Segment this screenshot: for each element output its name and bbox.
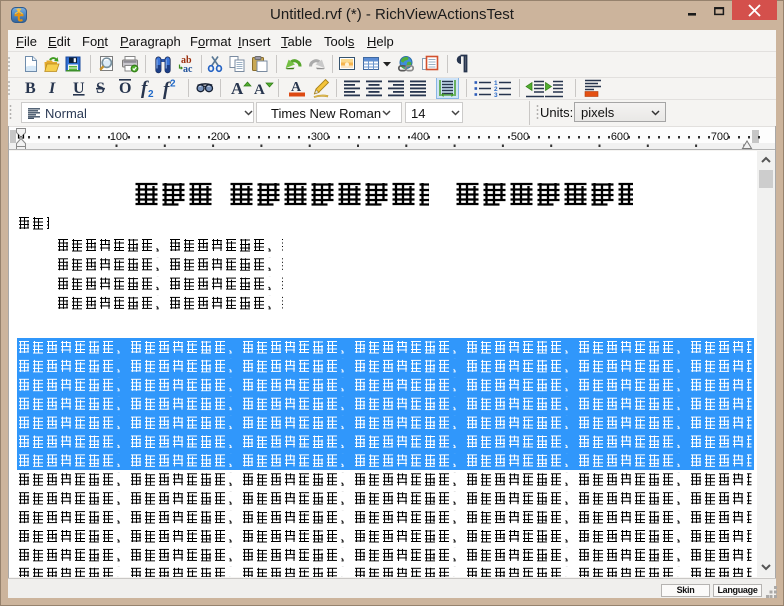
svg-text:200: 200 bbox=[211, 131, 229, 143]
svg-text:700: 700 bbox=[711, 131, 729, 143]
svg-text:S: S bbox=[96, 80, 105, 97]
svg-text:3: 3 bbox=[494, 92, 498, 99]
svg-text:A: A bbox=[254, 82, 265, 98]
svg-text:100: 100 bbox=[110, 131, 128, 143]
svg-text:B: B bbox=[25, 80, 36, 97]
svg-text:A: A bbox=[231, 79, 244, 98]
svg-text:500: 500 bbox=[511, 131, 529, 143]
svg-text:2: 2 bbox=[148, 89, 154, 99]
svg-text:2: 2 bbox=[170, 79, 176, 90]
svg-text:ac: ac bbox=[183, 64, 193, 75]
svg-text:400: 400 bbox=[411, 131, 429, 143]
svg-text:U: U bbox=[73, 80, 85, 97]
svg-text:600: 600 bbox=[611, 131, 629, 143]
svg-text:O: O bbox=[119, 80, 131, 97]
svg-text:300: 300 bbox=[311, 131, 329, 143]
svg-text:I: I bbox=[48, 80, 56, 97]
